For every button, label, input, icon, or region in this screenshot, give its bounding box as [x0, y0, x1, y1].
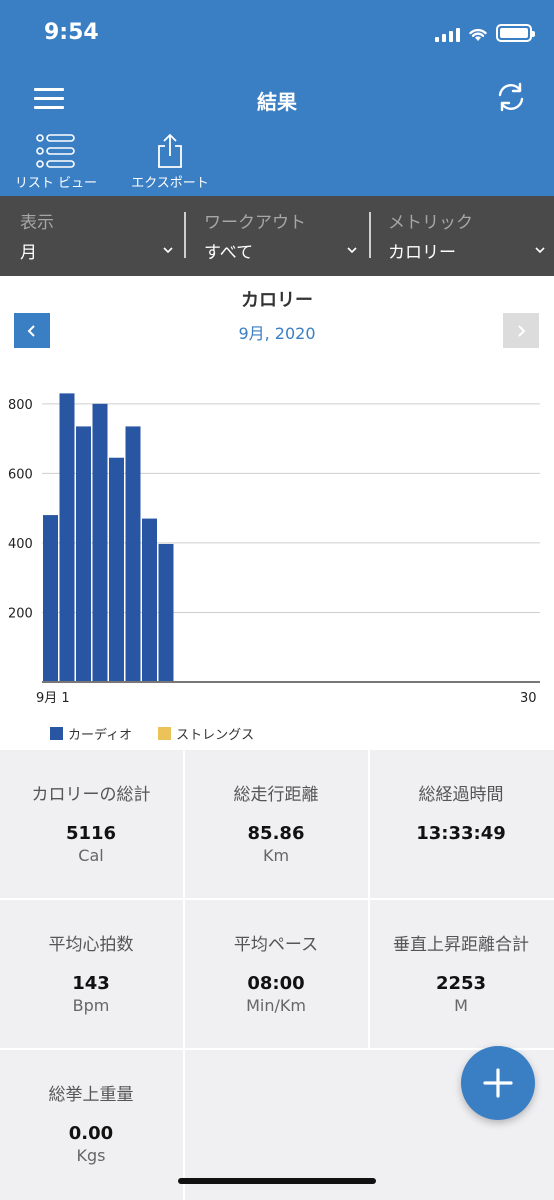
- next-period-button[interactable]: [503, 313, 539, 348]
- grid-divider: [183, 750, 185, 1200]
- stat-value: 08:00: [247, 973, 305, 994]
- filter-bar: 表示 月 ワークアウト すべて メトリック カロリー: [0, 196, 554, 276]
- page-title: 結果: [257, 90, 297, 114]
- list-view-label: リスト ビュー: [14, 176, 98, 191]
- bar-cardio: [125, 426, 141, 682]
- x-tick-label-start: 9月 1: [36, 691, 70, 706]
- stat-total-elapsed-time: 総経過時間 13:33:49: [370, 750, 552, 898]
- stat-unit: M: [454, 996, 468, 1015]
- bar-cardio: [43, 515, 58, 682]
- bar-cardio: [59, 393, 75, 682]
- bar-cardio: [92, 403, 108, 682]
- status-icons: [435, 24, 535, 42]
- filter-workout-label: ワークアウト: [204, 213, 306, 233]
- list-view-icon: [36, 134, 75, 168]
- plus-icon: [483, 1068, 513, 1098]
- x-tick-label-end: 30: [520, 691, 537, 706]
- stat-label: 垂直上昇距離合計: [393, 935, 529, 955]
- stat-unit: Kgs: [76, 1146, 106, 1165]
- stat-value: 13:33:49: [416, 823, 506, 844]
- grid-divider: [0, 1048, 554, 1050]
- bar-cardio: [76, 426, 91, 682]
- bar-cardio: [158, 543, 174, 682]
- y-tick-label: 600: [8, 467, 33, 482]
- stat-label: 総走行距離: [233, 785, 319, 805]
- filter-view-label: 表示: [20, 213, 54, 233]
- stat-label: 総経過時間: [418, 785, 504, 805]
- stat-unit: Bpm: [72, 996, 110, 1015]
- period-label: 9月, 2020: [238, 324, 316, 343]
- stat-label: カロリーの総計: [31, 785, 151, 805]
- stat-total-calories: カロリーの総計 5116 Cal: [0, 750, 182, 898]
- stat-label: 総挙上重量: [48, 1085, 134, 1105]
- legend-label-cardio: カーディオ: [68, 728, 133, 743]
- calorie-bar-chart: 200 400 600 800 9月 1 30: [8, 393, 540, 706]
- stat-label: 平均ペース: [233, 935, 319, 955]
- stat-value: 85.86: [247, 823, 305, 844]
- export-label: エクスポート: [131, 176, 209, 191]
- grid-divider: [368, 750, 370, 1050]
- export-button[interactable]: エクスポート: [122, 132, 218, 191]
- bar-cardio: [142, 518, 157, 682]
- stat-value: 0.00: [68, 1123, 114, 1144]
- stat-value: 143: [72, 973, 110, 994]
- wifi-icon: [469, 28, 487, 41]
- chart-legend: カーディオ ストレングス: [50, 724, 254, 743]
- filter-metric-label: メトリック: [388, 213, 473, 233]
- y-tick-label: 400: [8, 537, 33, 552]
- stat-unit: Min/Km: [246, 996, 306, 1015]
- stat-total-distance: 総走行距離 85.86 Km: [185, 750, 367, 898]
- filter-metric-dropdown[interactable]: メトリック カロリー: [388, 196, 554, 276]
- battery-icon: [496, 24, 535, 42]
- stat-total-weight-lifted: 総挙上重量 0.00 Kgs: [0, 1050, 182, 1198]
- grid-divider: [0, 898, 554, 900]
- filter-divider: [184, 212, 186, 258]
- bar-cardio: [109, 457, 124, 682]
- y-tick-label: 200: [8, 606, 33, 621]
- chevron-right-icon: [518, 324, 526, 337]
- app-header: 9:54 結果 リスト ビュー エクスポート: [0, 0, 554, 196]
- stat-label: 平均心拍数: [48, 935, 134, 955]
- filter-workout-value: すべて: [204, 243, 254, 263]
- home-indicator: [178, 1178, 376, 1184]
- filter-view-dropdown[interactable]: 表示 月: [20, 196, 182, 276]
- stat-value: 2253: [435, 973, 487, 994]
- filter-view-value: 月: [20, 243, 37, 263]
- stat-unit: Km: [262, 846, 290, 865]
- chart-title: カロリー: [241, 290, 313, 311]
- y-tick-label: 800: [8, 398, 33, 413]
- legend-label-strength: ストレングス: [176, 728, 255, 743]
- legend-item-cardio: カーディオ: [50, 724, 132, 743]
- list-view-button[interactable]: リスト ビュー: [8, 132, 104, 191]
- share-icon: [158, 133, 182, 168]
- stat-total-ascent: 垂直上昇距離合計 2253 M: [370, 900, 552, 1048]
- stat-value: 5116: [65, 823, 117, 844]
- refresh-icon[interactable]: [494, 80, 528, 114]
- add-workout-button[interactable]: [461, 1046, 535, 1120]
- status-time: 9:54: [44, 20, 99, 45]
- stats-grid: カロリーの総計 5116 Cal 総走行距離 85.86 Km 総経過時間 13…: [0, 750, 554, 1200]
- chevron-down-icon: [347, 247, 357, 254]
- chevron-down-icon: [535, 247, 545, 254]
- stat-unit: Cal: [78, 846, 104, 865]
- legend-swatch-strength: [158, 727, 172, 740]
- stat-avg-pace: 平均ペース 08:00 Min/Km: [185, 900, 367, 1048]
- filter-workout-dropdown[interactable]: ワークアウト すべて: [204, 196, 366, 276]
- filter-metric-value: カロリー: [388, 243, 456, 263]
- legend-swatch-cardio: [50, 727, 63, 740]
- filter-divider: [369, 212, 371, 258]
- chevron-down-icon: [163, 247, 173, 254]
- cellular-signal-icon: [435, 26, 460, 42]
- legend-item-strength: ストレングス: [158, 724, 254, 743]
- stat-avg-heart-rate: 平均心拍数 143 Bpm: [0, 900, 182, 1048]
